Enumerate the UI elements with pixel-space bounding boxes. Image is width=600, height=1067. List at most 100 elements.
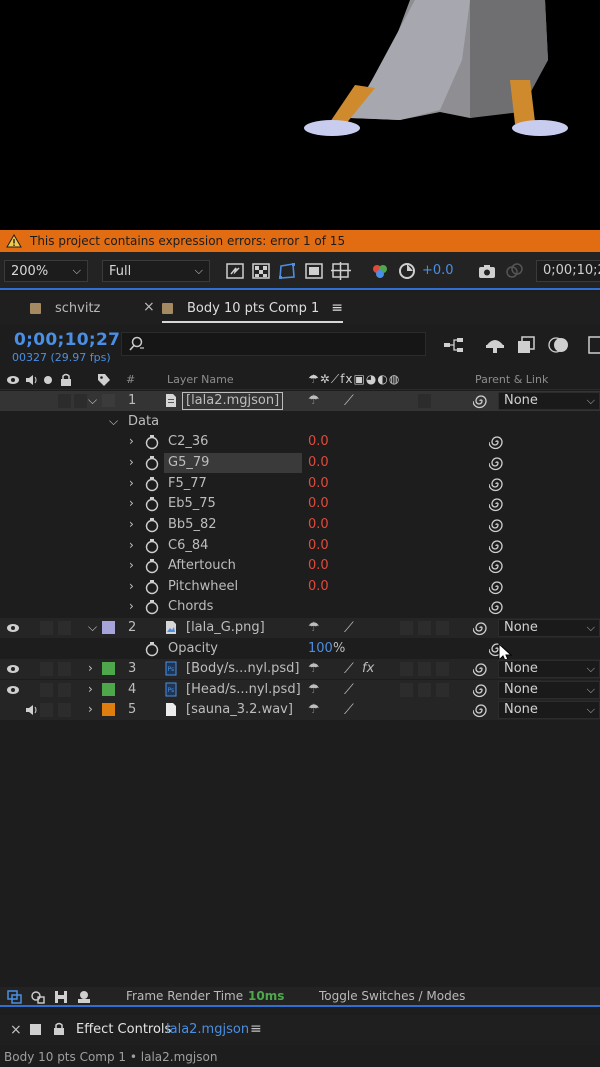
graph-editor-icon[interactable] — [586, 335, 600, 355]
time-stretch-icon[interactable] — [76, 990, 92, 1004]
lock-toggle[interactable] — [58, 662, 71, 676]
stopwatch-icon[interactable] — [145, 476, 159, 492]
tab-schvitz[interactable]: schvitz — [20, 292, 110, 324]
motion-blur-icon[interactable] — [548, 335, 570, 355]
stopwatch-icon[interactable] — [145, 496, 159, 512]
pick-whip-icon[interactable] — [489, 599, 505, 615]
layer-transfer-icon[interactable] — [30, 990, 46, 1004]
motion-blur-switch[interactable] — [400, 683, 413, 697]
label-color[interactable] — [102, 394, 115, 407]
adjustment-switch[interactable] — [418, 662, 431, 676]
chevron-right-icon[interactable]: › — [88, 682, 93, 696]
shy-switch-icon[interactable]: ☂ — [308, 661, 320, 676]
quality-switch-icon[interactable]: ⟋ — [344, 682, 354, 698]
composition-flowchart-icon[interactable] — [443, 335, 465, 355]
layer-name[interactable]: [lala_G.png] — [186, 620, 265, 635]
viewer-timecode-field[interactable]: 0;00;10;2 — [536, 260, 600, 282]
chevron-right-icon[interactable]: › — [129, 579, 134, 593]
effect-controls-target[interactable]: lala2.mgjson — [166, 1022, 249, 1037]
layer-row-1[interactable]: ⌵ 1 [lala2.mgjson] ☂ ⟋ None ⌵ — [0, 391, 600, 411]
composition-viewer[interactable] — [0, 0, 600, 230]
chevron-right-icon[interactable]: › — [88, 661, 93, 675]
quality-switch-icon[interactable]: ⟋ — [344, 661, 354, 677]
layer-row-3[interactable]: › 3 Ps [Body/s...nyl.psd] ☂ ⟋ fx None ⌵ — [0, 659, 600, 679]
chevron-down-icon[interactable]: ⌵ — [109, 414, 118, 429]
fast-previews-icon[interactable] — [226, 262, 244, 280]
comp-navigator-icon[interactable] — [7, 990, 23, 1004]
current-time-display[interactable]: 0;00;10;27 — [14, 330, 120, 350]
adjustment-switch[interactable] — [418, 621, 431, 635]
data-property-row[interactable]: › Pitchwheel 0.0 — [0, 577, 600, 597]
label-color[interactable] — [102, 621, 115, 634]
lock-toggle[interactable] — [58, 703, 71, 717]
chevron-down-icon[interactable]: ⌵ — [88, 393, 97, 408]
chevron-right-icon[interactable]: › — [129, 476, 134, 490]
data-property-row[interactable]: › Bb5_82 0.0 — [0, 515, 600, 535]
panel-menu-icon[interactable]: ≡ — [250, 1021, 262, 1037]
chevron-right-icon[interactable]: › — [88, 702, 93, 716]
chevron-right-icon[interactable]: › — [129, 517, 134, 531]
solo-toggle[interactable] — [40, 621, 53, 635]
effects-fx-icon[interactable]: fx — [362, 661, 374, 676]
region-of-interest-icon[interactable] — [305, 262, 323, 280]
label-color[interactable] — [102, 703, 115, 716]
stopwatch-icon[interactable] — [145, 455, 159, 471]
property-value[interactable]: 0.0 — [308, 517, 329, 532]
lock-toggle[interactable] — [58, 394, 71, 408]
data-property-row[interactable]: › Chords — [0, 597, 600, 617]
pick-whip-icon[interactable] — [489, 496, 505, 512]
in-out-icon[interactable] — [53, 990, 69, 1004]
property-group-data[interactable]: ⌵ Data — [0, 412, 600, 432]
property-value[interactable]: 0.0 — [308, 496, 329, 511]
property-value[interactable]: 0.0 — [308, 434, 329, 449]
chevron-right-icon[interactable]: › — [129, 558, 134, 572]
lock-toggle[interactable] — [58, 621, 71, 635]
eye-icon[interactable] — [6, 684, 20, 696]
adjustment-switch[interactable] — [418, 683, 431, 697]
data-property-row[interactable]: › C6_84 0.0 — [0, 536, 600, 556]
pick-whip-icon[interactable] — [473, 620, 489, 636]
parent-dropdown[interactable]: None ⌵ — [498, 701, 600, 719]
data-property-row[interactable]: › Eb5_75 0.0 — [0, 494, 600, 514]
parent-dropdown[interactable]: None ⌵ — [498, 681, 600, 699]
pick-whip-icon[interactable] — [489, 517, 505, 533]
lock-icon[interactable] — [53, 1022, 65, 1036]
pick-whip-icon[interactable] — [489, 455, 505, 471]
layer-name[interactable]: [sauna_3.2.wav] — [186, 702, 293, 717]
lock-icon[interactable] — [60, 373, 72, 387]
eye-icon[interactable] — [6, 663, 20, 675]
property-value[interactable]: 0.0 — [308, 455, 329, 470]
stopwatch-icon[interactable] — [145, 599, 159, 615]
label-tag-icon[interactable] — [97, 373, 111, 387]
pick-whip-icon[interactable] — [473, 682, 489, 698]
quality-switch-icon[interactable]: ⟋ — [344, 393, 354, 409]
layer-name[interactable]: [lala2.mgjson] — [182, 392, 284, 410]
stopwatch-icon[interactable] — [145, 641, 159, 657]
pick-whip-icon[interactable] — [489, 579, 505, 595]
video-switch-icon[interactable] — [6, 374, 20, 386]
chevron-right-icon[interactable]: › — [129, 496, 134, 510]
tab-body-10-pts-comp-1[interactable]: Body 10 pts Comp 1 ≡ — [152, 292, 353, 324]
stopwatch-icon[interactable] — [145, 517, 159, 533]
channels-icon[interactable] — [371, 262, 389, 280]
pick-whip-icon[interactable] — [489, 434, 505, 450]
adjustment-switch[interactable] — [418, 394, 431, 408]
quality-switch-icon[interactable]: ⟋ — [344, 620, 354, 636]
pick-whip-icon[interactable] — [489, 538, 505, 554]
3d-switch[interactable] — [436, 621, 449, 635]
data-property-row[interactable]: › C2_36 0.0 — [0, 432, 600, 452]
stopwatch-icon[interactable] — [145, 558, 159, 574]
toggle-switches-modes-button[interactable]: Toggle Switches / Modes — [319, 989, 465, 1003]
exposure-reset-icon[interactable] — [398, 262, 416, 280]
chevron-down-icon[interactable]: ⌵ — [88, 620, 97, 635]
3d-switch[interactable] — [436, 662, 449, 676]
audio-switch-icon[interactable] — [24, 373, 38, 387]
layer-name[interactable]: [Body/s...nyl.psd] — [186, 661, 299, 676]
pick-whip-icon[interactable] — [473, 393, 489, 409]
data-property-row[interactable]: › G5_79 0.0 — [0, 453, 600, 473]
shy-switch-icon[interactable]: ☂ — [308, 393, 320, 408]
3d-switch[interactable] — [436, 683, 449, 697]
layer-row-5[interactable]: › 5 [sauna_3.2.wav] ☂ ⟋ None ⌵ — [0, 700, 600, 720]
eye-icon[interactable] — [6, 622, 20, 634]
chevron-right-icon[interactable]: › — [129, 599, 134, 613]
